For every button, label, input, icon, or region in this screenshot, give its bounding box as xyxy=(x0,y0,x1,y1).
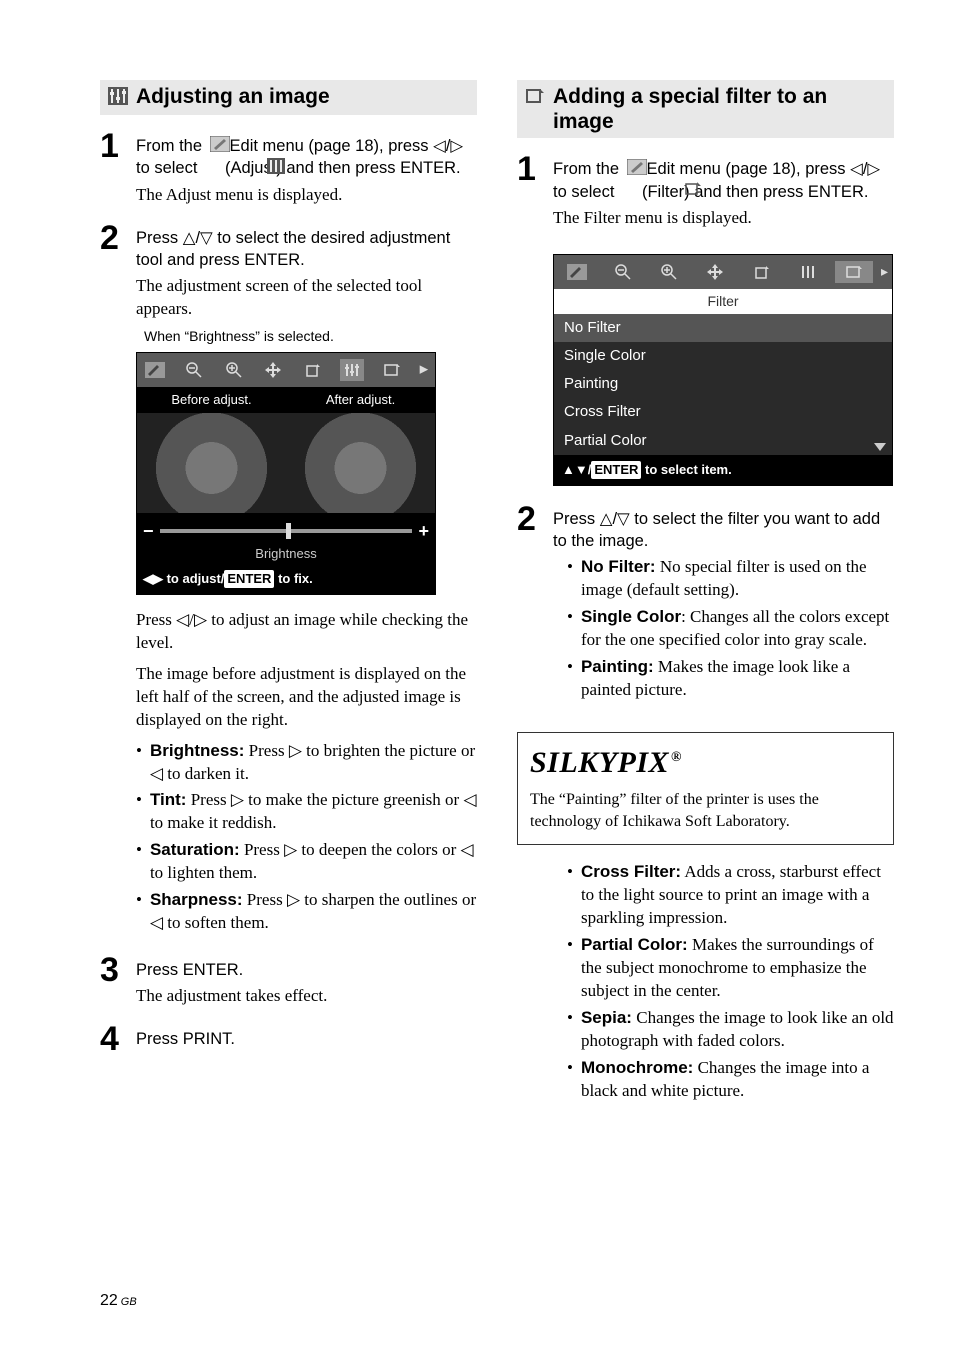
minus-icon: − xyxy=(143,519,154,543)
step-2-note: The adjustment screen of the selected to… xyxy=(136,275,477,321)
step-2: 2 Press △/▽ to select the desired adjust… xyxy=(100,221,477,939)
filter-toolbar: ▸ xyxy=(554,255,892,289)
filter-options-list-b: Cross Filter: Adds a cross, starburst ef… xyxy=(567,861,894,1102)
preview-after xyxy=(286,413,435,513)
list-item: No Filter: No special filter is used on … xyxy=(567,556,894,602)
zoom-out-icon xyxy=(182,359,206,381)
silkypix-callout: SILKYPIX® The “Painting” filter of the p… xyxy=(517,732,894,846)
filter-menu-title: Filter xyxy=(554,289,892,314)
adjust-sliders-icon xyxy=(340,359,364,381)
filter-option: Single Color xyxy=(554,342,892,370)
adjust-sliders-icon xyxy=(108,86,128,111)
adjust-screenshot: ▸ Before adjust. After adjust. − + xyxy=(136,352,436,595)
left-column: Adjusting an image 1 From the Edit menu … xyxy=(100,80,477,1107)
filter-screenshot: ▸ Filter No Filter Single Color Painting… xyxy=(553,254,893,486)
section-title: Adding a special filter to an image xyxy=(553,84,886,134)
step-number: 2 xyxy=(100,221,122,939)
after-label: After adjust. xyxy=(286,387,435,413)
enter-key-icon: ENTER xyxy=(591,461,641,479)
step-2-para1: Press ◁/▷ to adjust an image while check… xyxy=(136,609,477,655)
zoom-in-icon xyxy=(222,359,246,381)
list-item: Saturation: Press ▷ to deepen the colors… xyxy=(136,839,477,885)
silkypix-text: The “Painting” filter of the printer is … xyxy=(530,789,881,832)
filter-icon xyxy=(525,86,545,111)
step-1-instruction: From the Edit menu (page 18), press ◁/▷ … xyxy=(553,158,894,203)
step-1: 1 From the Edit menu (page 18), press ◁/… xyxy=(517,152,894,229)
filter-option: Partial Color xyxy=(554,427,892,455)
screenshot-caption: When “Brightness” is selected. xyxy=(144,327,477,346)
brightness-slider: − + xyxy=(137,513,435,545)
step-2-para2: The image before adjustment is displayed… xyxy=(136,663,477,732)
list-item: Cross Filter: Adds a cross, starburst ef… xyxy=(567,861,894,930)
before-label: Before adjust. xyxy=(137,387,286,413)
step-number: 4 xyxy=(100,1022,122,1056)
edit-icon xyxy=(143,359,167,381)
list-item: Sharpness: Press ▷ to sharpen the outlin… xyxy=(136,889,477,935)
move-icon xyxy=(696,261,734,283)
edit-icon xyxy=(627,159,647,181)
filter-option: Cross Filter xyxy=(554,398,892,426)
adjust-footer: ◀▶ to adjust/ENTER to fix. xyxy=(137,566,435,594)
adjust-toolbar: ▸ xyxy=(137,353,435,387)
chevron-right-icon: ▸ xyxy=(419,359,429,381)
list-item: Partial Color: Makes the surroundings of… xyxy=(567,934,894,1003)
step-2: 2 Press △/▽ to select the filter you wan… xyxy=(517,502,894,706)
edit-icon xyxy=(210,136,230,158)
filter-option: Painting xyxy=(554,370,892,398)
step-1-instruction: From the Edit menu (page 18), press ◁/▷ … xyxy=(136,135,477,180)
step-4-instruction: Press PRINT. xyxy=(136,1028,477,1050)
step-1: 1 From the Edit menu (page 18), press ◁/… xyxy=(100,129,477,206)
page-columns: Adjusting an image 1 From the Edit menu … xyxy=(100,80,894,1107)
preview-before xyxy=(137,413,286,513)
move-icon xyxy=(261,359,285,381)
list-item: Painting: Makes the image look like a pa… xyxy=(567,656,894,702)
list-item: Sepia: Changes the image to look like an… xyxy=(567,1007,894,1053)
list-item: Tint: Press ▷ to make the picture greeni… xyxy=(136,789,477,835)
filter-icon xyxy=(380,359,404,381)
adjust-sliders-icon xyxy=(267,158,285,180)
zoom-in-icon xyxy=(650,261,688,283)
step-4: 4 Press PRINT. xyxy=(100,1022,477,1056)
filter-options-list-a: No Filter: No special filter is used on … xyxy=(553,556,894,702)
list-item: Monochrome: Changes the image into a bla… xyxy=(567,1057,894,1103)
slider-track xyxy=(160,529,413,533)
filter-option: No Filter xyxy=(554,314,892,342)
section-header-adjust: Adjusting an image xyxy=(100,80,477,115)
step-1-note: The Filter menu is displayed. xyxy=(553,207,894,230)
step-2-instruction: Press △/▽ to select the filter you want … xyxy=(553,508,894,553)
chevron-right-icon: ▸ xyxy=(881,262,888,281)
plus-icon: + xyxy=(418,519,429,543)
step-number: 2 xyxy=(517,502,539,706)
page-region: GB xyxy=(121,1296,137,1308)
section-title: Adjusting an image xyxy=(136,84,330,109)
rotate-icon xyxy=(743,261,781,283)
rotate-icon xyxy=(301,359,325,381)
edit-icon xyxy=(558,261,596,283)
step-3-instruction: Press ENTER. xyxy=(136,959,477,981)
step-3: 3 Press ENTER. The adjustment takes effe… xyxy=(100,953,477,1008)
step-number: 1 xyxy=(517,152,539,229)
step-3-note: The adjustment takes effect. xyxy=(136,985,477,1008)
step-2-instruction: Press △/▽ to select the desired adjustme… xyxy=(136,227,477,272)
list-item: Brightness: Press ▷ to brighten the pict… xyxy=(136,740,477,786)
section-header-filter: Adding a special filter to an image xyxy=(517,80,894,138)
step-number: 1 xyxy=(100,129,122,206)
chevron-down-icon xyxy=(874,443,886,451)
step-1-note: The Adjust menu is displayed. xyxy=(136,184,477,207)
page-footer: 22GB xyxy=(100,1290,137,1312)
filter-icon xyxy=(684,181,702,203)
step-number: 3 xyxy=(100,953,122,1008)
list-item: Single Color: Changes all the colors exc… xyxy=(567,606,894,652)
filter-option-list: No Filter Single Color Painting Cross Fi… xyxy=(554,314,892,455)
enter-key-icon: ENTER xyxy=(224,570,274,588)
adjust-options-list: Brightness: Press ▷ to brighten the pict… xyxy=(136,740,477,936)
filter-icon xyxy=(835,261,873,283)
filter-footer: ▲▼/ENTER to select item. xyxy=(554,455,892,485)
slider-label: Brightness xyxy=(137,545,435,567)
page-number: 22 xyxy=(100,1292,118,1309)
adjust-sliders-icon xyxy=(789,261,827,283)
silkypix-logo: SILKYPIX® xyxy=(530,743,881,784)
zoom-out-icon xyxy=(604,261,642,283)
right-column: Adding a special filter to an image 1 Fr… xyxy=(517,80,894,1107)
